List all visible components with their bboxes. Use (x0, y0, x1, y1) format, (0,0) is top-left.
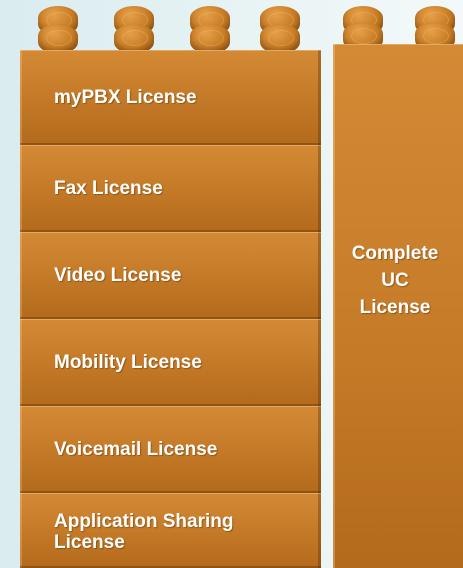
brick-label-video: Video License (54, 265, 182, 286)
brick-label-mobility: Mobility License (54, 352, 202, 373)
complete-line3: License (359, 297, 431, 318)
brick-mobility: Mobility License (20, 319, 321, 406)
brick-mypbx: myPBX License (20, 50, 321, 145)
brick-label-voicemail: Voicemail License (54, 439, 218, 460)
app-sharing-line2: License (54, 532, 125, 553)
brick-label-app-sharing: Application Sharing License (54, 511, 233, 553)
complete-line2: UC (381, 270, 409, 291)
complete-uc-brick: Complete UC License (333, 44, 463, 568)
complete-uc-label: Complete UC License (333, 240, 457, 321)
license-stack: myPBX License Fax License Video License … (20, 0, 321, 568)
brick-video: Video License (20, 232, 321, 319)
brick-label-fax: Fax License (54, 178, 163, 199)
brick-voicemail: Voicemail License (20, 406, 321, 493)
brick-app-sharing: Application Sharing License (20, 493, 321, 568)
tall-stud-row (333, 0, 463, 52)
brick-label-mypbx: myPBX License (54, 87, 197, 108)
complete-line1: Complete (351, 243, 439, 264)
brick-fax: Fax License (20, 145, 321, 232)
app-sharing-line1: Application Sharing (54, 511, 234, 532)
